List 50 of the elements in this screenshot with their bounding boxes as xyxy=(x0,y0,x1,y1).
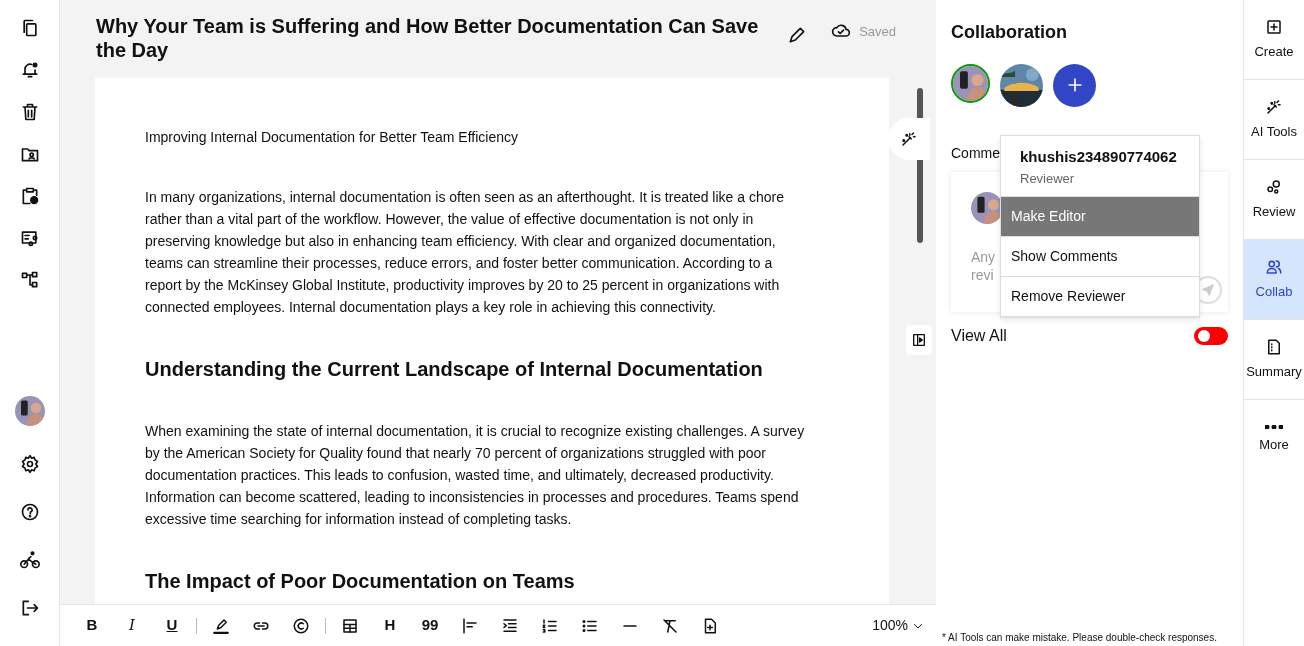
clear-format-icon[interactable] xyxy=(661,616,679,635)
document-heading: Understanding the Current Landscape of Internal Documentation xyxy=(145,357,764,382)
panel-icon xyxy=(911,332,927,348)
numbered-list-icon[interactable] xyxy=(541,616,559,635)
document-heading: The Impact of Poor Documentation on Teams xyxy=(145,569,576,594)
more-icon xyxy=(1265,425,1283,430)
people-icon xyxy=(1265,257,1283,276)
format-button[interactable]: I xyxy=(112,614,152,637)
view-all-toggle[interactable] xyxy=(1194,326,1228,345)
save-status: Saved xyxy=(859,23,896,41)
user-role: Reviewer xyxy=(1020,169,1076,188)
avatar[interactable] xyxy=(971,191,1003,224)
form-icon[interactable] xyxy=(19,228,40,248)
copyright-icon[interactable] xyxy=(292,616,310,635)
review-icon xyxy=(1265,177,1283,196)
magic-wand-icon xyxy=(900,130,918,148)
ai-tools-button[interactable] xyxy=(888,118,930,160)
document-title: Why Your Team is Suffering and How Better Documentation Can Save the Day xyxy=(96,14,760,62)
format-button[interactable]: B xyxy=(72,614,112,637)
align-left-icon[interactable] xyxy=(461,616,479,635)
settings-icon[interactable] xyxy=(19,454,40,474)
document-paragraph: When examining the state of internal documentation, it is crucial to recognize existing challenges. A survey by the American Society for Quality found that nearly 70 percent of organizations struggled with poor documentation practices. This leads to confusion, wasted time, and ultimately, decreased productivity. Information can become scattered, leading to inconsistencies in processes and procedures. Teams spend excessive time searching for information instead of completing tasks. xyxy=(145,422,806,529)
zoom-level[interactable]: 100% xyxy=(872,615,908,636)
table-icon[interactable] xyxy=(341,616,359,635)
comments-label: Comme xyxy=(951,143,1000,163)
format-button[interactable]: 99 xyxy=(410,614,450,637)
indent-icon[interactable] xyxy=(501,616,519,635)
highlighter-icon[interactable] xyxy=(212,616,230,635)
magic-wand-icon xyxy=(1265,97,1283,116)
document-paragraph: In many organizations, internal documentation is often seen as an afterthought. It is treated like a chore rather than a vital part of the workflow. However, the value of effective documentation is not only in preserving knowledge but also in enhancing team efficiency. With clear and organized documentation, teams can streamline their processes, reduce errors, and foster better communication. According to a report by the McKinsey Global Institute, productivity improves by 20 to 25 percent in organizations with connected employees. Internal documentation plays a key role in achieving this connectivity. xyxy=(145,188,785,317)
create-icon xyxy=(1265,17,1283,36)
rail-tab[interactable]: Collab xyxy=(1244,240,1304,320)
avatar[interactable] xyxy=(951,63,990,103)
panel-title: Collaboration xyxy=(951,22,1068,44)
panel-toggle-button[interactable] xyxy=(906,325,932,355)
disclaimer-text: * AI Tools can make mistake. Please double-check responses. xyxy=(942,631,1217,645)
format-button[interactable]: U xyxy=(152,614,192,637)
user-name: khushis234890774062 xyxy=(1020,147,1178,167)
hierarchy-icon[interactable] xyxy=(19,270,40,290)
menu-item[interactable]: Make Editor xyxy=(1001,197,1199,237)
help-icon[interactable] xyxy=(19,502,40,522)
avatar[interactable] xyxy=(14,396,45,426)
menu-item[interactable]: Remove Reviewer xyxy=(1001,277,1199,317)
document-paragraph: Improving Internal Documentation for Better Team Efficiency xyxy=(145,128,519,147)
bicycle-icon[interactable] xyxy=(19,550,40,570)
format-button[interactable]: H xyxy=(370,614,410,637)
add-collaborator-button[interactable] xyxy=(1053,63,1096,107)
view-all-label: View All xyxy=(951,325,1007,346)
summary-icon xyxy=(1265,337,1283,356)
menu-item[interactable]: Show Comments xyxy=(1001,237,1199,277)
